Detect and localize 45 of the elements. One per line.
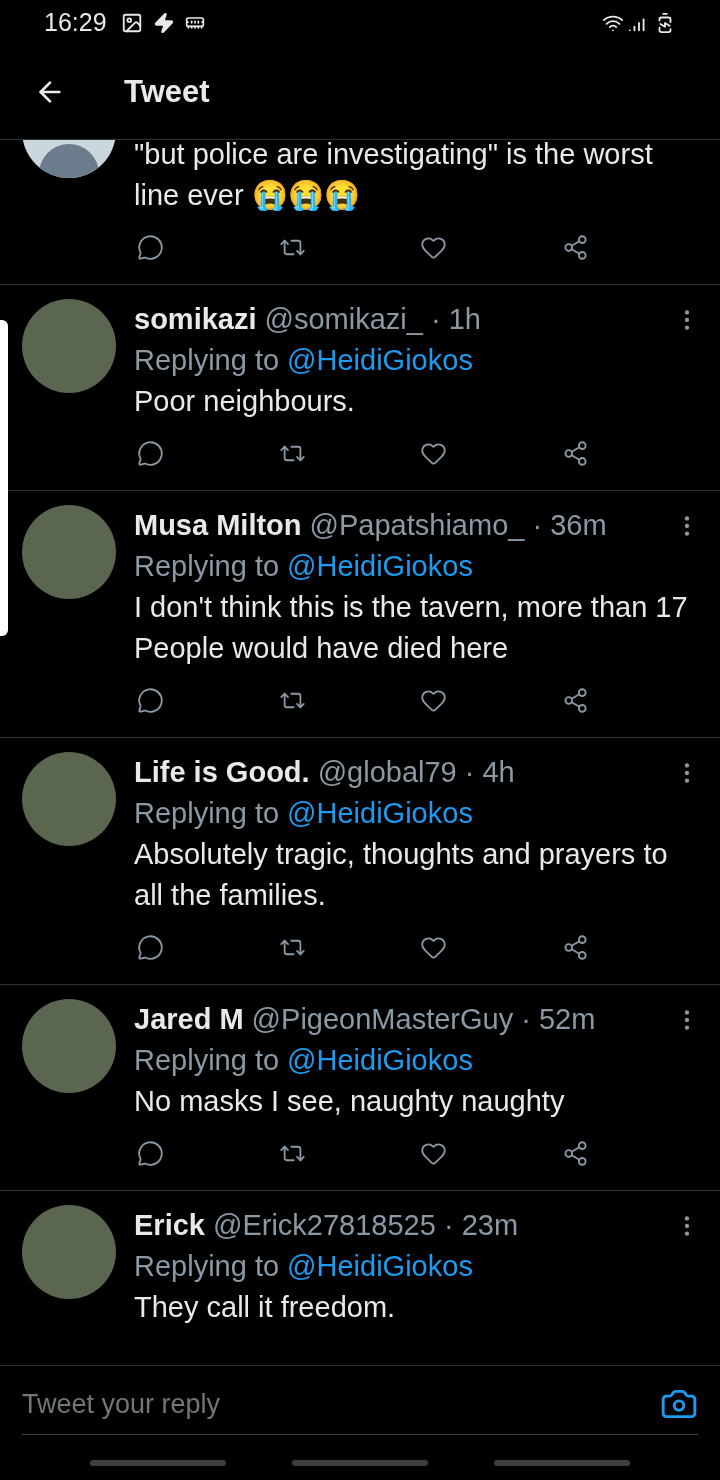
bolt-notification-icon (152, 11, 175, 34)
replying-label: Replying to (134, 1043, 280, 1078)
share-icon[interactable] (561, 439, 589, 467)
replying-label: Replying to (134, 549, 280, 584)
share-icon[interactable] (561, 233, 589, 261)
replying-label: Replying to (134, 796, 280, 831)
edge-panel-handle[interactable] (0, 320, 8, 636)
reply-icon[interactable] (137, 686, 164, 714)
nav-handle[interactable] (494, 1459, 630, 1466)
mention-link[interactable]: @HeidiGiokos (287, 545, 473, 587)
mention-link[interactable]: @HeidiGiokos (287, 1245, 473, 1287)
tweet-text: Absolutely tragic, thoughts and prayers to all the families. (134, 837, 669, 913)
share-icon[interactable] (561, 933, 589, 961)
tweet-text: I don't think this is the tavern, more than 17 People would have died here (134, 590, 689, 666)
tweet-text: No masks I see, naughty naughty (134, 1084, 566, 1119)
user-name[interactable]: Musa Milton (134, 505, 302, 545)
user-handle-time: @global79 · 4h (317, 755, 515, 790)
mention-link[interactable]: @HeidiGiokos (287, 1039, 473, 1081)
nav-handle[interactable] (90, 1459, 226, 1466)
mention-link[interactable]: @HeidiGiokos (287, 339, 473, 381)
tweet-text: Poor neighbours. (134, 384, 356, 419)
user-handle-time: @Erick27818525 · 23m (212, 1208, 519, 1243)
user-handle-time: @Papatshiamo_ · 36m (309, 508, 607, 543)
user-name[interactable]: somikazi (134, 299, 257, 339)
user-name[interactable]: Life is Good. (134, 752, 310, 792)
tweet-text: They call it freedom. (134, 1290, 397, 1325)
user-name[interactable]: Erick (134, 1205, 205, 1245)
reply-icon[interactable] (137, 933, 164, 961)
status-time: 16:29 (44, 6, 107, 38)
replying-label: Replying to (134, 343, 280, 378)
nav-handle[interactable] (292, 1459, 428, 1466)
reply-icon[interactable] (137, 233, 164, 261)
share-icon[interactable] (561, 686, 589, 714)
reply-icon[interactable] (137, 439, 164, 467)
image-notification-icon (120, 11, 143, 34)
tweet-text: "but police are investigating" is the worst line ever 😭😭😭 (134, 140, 654, 213)
share-icon[interactable] (561, 1139, 589, 1167)
user-name[interactable]: Jared M (134, 999, 244, 1039)
replying-label: Replying to (134, 1249, 280, 1284)
mention-link[interactable]: @HeidiGiokos (287, 792, 473, 834)
page-title: Tweet (124, 72, 210, 111)
user-handle-time: @somikazi_ · 1h (264, 302, 481, 337)
user-handle-time: @PigeonMasterGuy · 52m (251, 1002, 596, 1037)
reply-input-field[interactable]: Tweet your reply (22, 1383, 660, 1425)
reply-icon[interactable] (137, 1139, 164, 1167)
